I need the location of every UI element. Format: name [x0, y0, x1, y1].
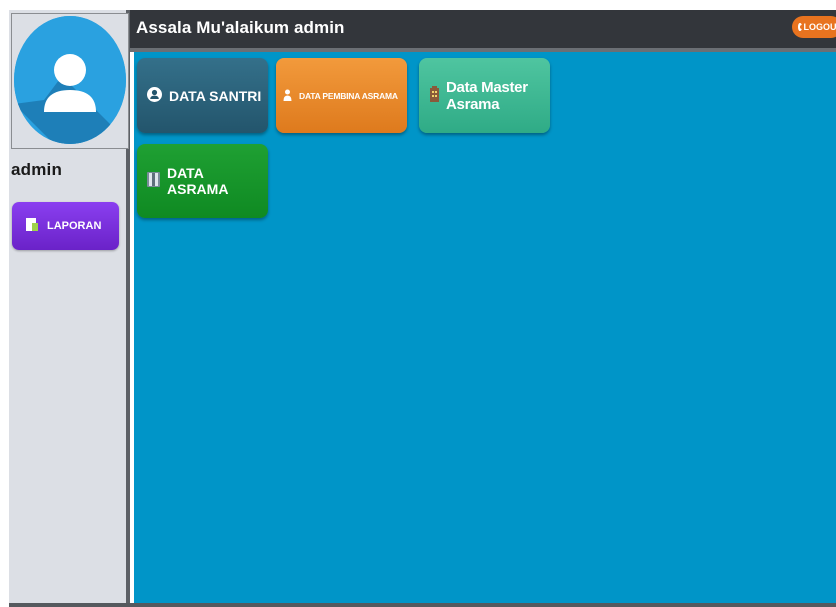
- data-asrama-label: DATA ASRAMA: [167, 165, 229, 197]
- user-avatar-icon: [14, 16, 126, 144]
- logout-label: LOGOUT: [803, 22, 836, 32]
- power-icon: [798, 23, 804, 31]
- document-icon: [26, 218, 38, 234]
- laporan-button[interactable]: LAPORAN: [12, 202, 119, 250]
- user-icon: [283, 89, 292, 103]
- user-circle-icon: [147, 86, 162, 105]
- data-santri-button[interactable]: DATA SANTRI: [137, 58, 268, 133]
- data-pembina-asrama-button[interactable]: DATA PEMBINA ASRAMA: [276, 58, 407, 133]
- data-master-asrama-label: Data Master Asrama: [446, 78, 528, 113]
- avatar: [14, 16, 126, 144]
- logout-button[interactable]: LOGOUT: [792, 16, 836, 38]
- data-asrama-button[interactable]: DATA ASRAMA: [137, 144, 268, 218]
- top-bar: Assala Mu'alaikum admin LOGOUT: [130, 10, 836, 52]
- data-master-asrama-button[interactable]: Data Master Asrama: [419, 58, 550, 133]
- greeting-text: Assala Mu'alaikum admin: [136, 18, 345, 37]
- app-window: admin LAPORAN Assala Mu'alaikum admin LO…: [0, 0, 836, 607]
- avatar-frame: [11, 13, 129, 149]
- data-santri-label: DATA SANTRI: [169, 87, 262, 104]
- username-label: admin: [11, 160, 63, 179]
- laporan-label: LAPORAN: [47, 220, 102, 232]
- bottom-border: [9, 603, 836, 607]
- book-icon: [147, 172, 160, 190]
- data-pembina-asrama-label: DATA PEMBINA ASRAMA: [299, 90, 398, 101]
- sidebar: admin LAPORAN: [9, 10, 130, 603]
- building-icon: [430, 85, 439, 106]
- main-content: DATA SANTRI DATA PEMBINA ASRAMA Data Mas…: [134, 52, 836, 603]
